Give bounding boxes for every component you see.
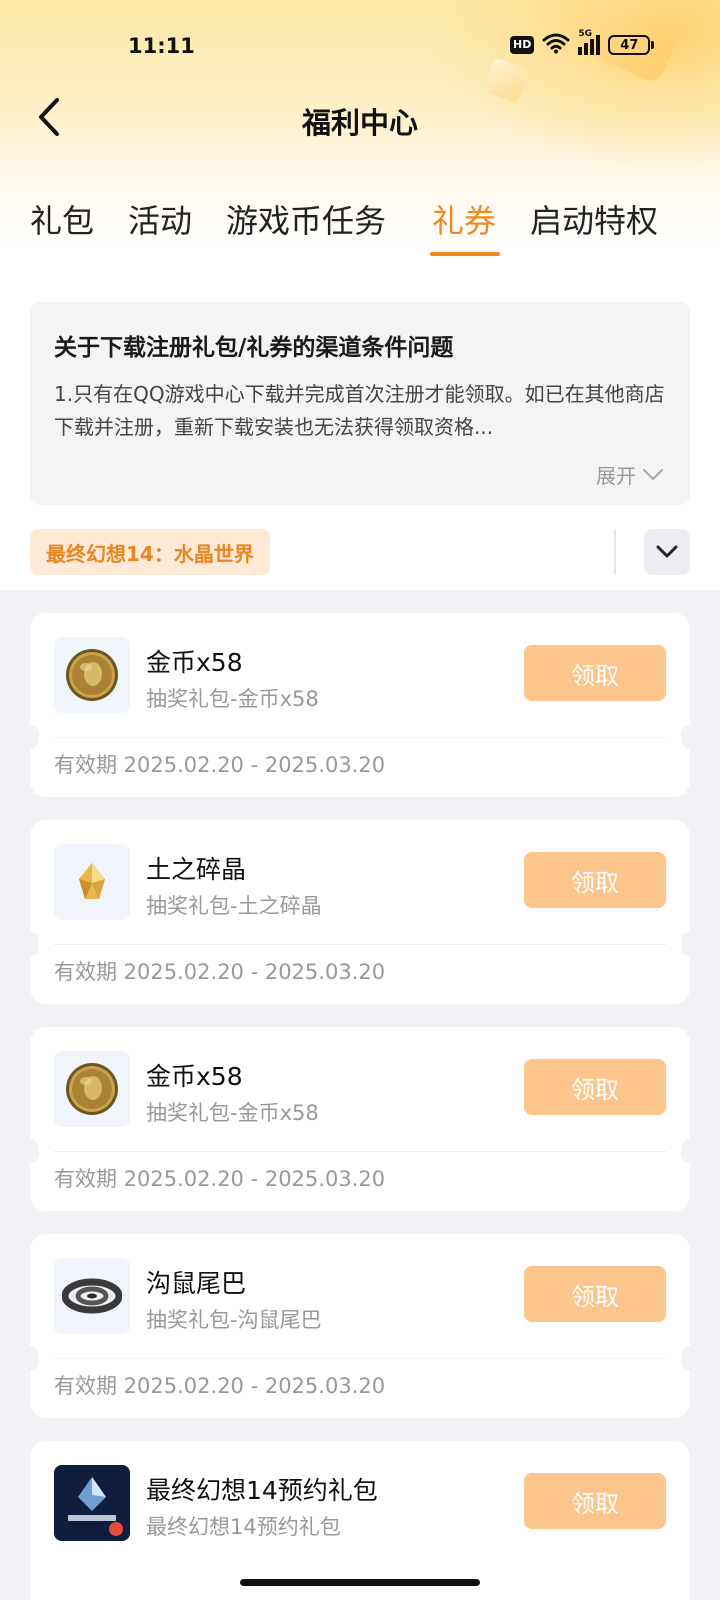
- claim-button[interactable]: 领取: [524, 1266, 666, 1322]
- gold-coin-icon: [54, 637, 130, 713]
- chevron-down-icon: [643, 468, 663, 480]
- wifi-icon: [542, 32, 570, 58]
- tab-coin-tasks[interactable]: 游戏币任务: [226, 196, 386, 260]
- divider: [54, 1151, 666, 1152]
- coupon-name: 最终幻想14预约礼包: [146, 1476, 378, 1505]
- battery-icon: 47: [608, 35, 655, 55]
- game-filter-tag[interactable]: 最终幻想14：水晶世界: [30, 529, 270, 575]
- coupon-card: 最终幻想14预约礼包 最终幻想14预约礼包 领取: [30, 1441, 690, 1600]
- notice-expand-button[interactable]: 展开: [596, 460, 664, 489]
- battery-level: 47: [608, 35, 651, 55]
- claim-button[interactable]: 领取: [524, 1473, 666, 1529]
- active-tab-indicator: [430, 252, 500, 256]
- coupon-name: 金币x58: [146, 648, 243, 677]
- coupon-desc: 抽奖礼包-沟鼠尾巴: [146, 1308, 322, 1332]
- chevron-down-icon: [656, 545, 678, 558]
- coupon-validity: 有效期 2025.02.20 - 2025.03.20: [54, 1167, 386, 1191]
- page-title: 福利中心: [301, 106, 418, 140]
- game-filter-row: 最终幻想14：水晶世界: [0, 525, 720, 585]
- tab-bar: 礼包 活动 游戏币任务 礼券 启动特权: [0, 196, 720, 266]
- coupon-validity: 有效期 2025.02.20 - 2025.03.20: [54, 753, 386, 777]
- coupon-card: 金币x58 抽奖礼包-金币x58 领取 有效期 2025.02.20 - 202…: [21, 1027, 699, 1211]
- divider: [54, 944, 666, 945]
- home-indicator[interactable]: [240, 1579, 480, 1586]
- status-bar: 11:11 HD 5G 47: [0, 0, 720, 92]
- coupon-desc: 抽奖礼包-土之碎晶: [146, 894, 322, 918]
- hd-icon: HD: [510, 36, 535, 54]
- coupon-name: 土之碎晶: [146, 855, 247, 884]
- header: 福利中心: [0, 88, 720, 148]
- tab-coupons[interactable]: 礼券: [432, 196, 496, 260]
- claim-button[interactable]: 领取: [524, 1059, 666, 1115]
- divider: [614, 529, 616, 575]
- status-time: 11:11: [128, 34, 195, 58]
- divider: [54, 1358, 666, 1359]
- notice-body: 1.只有在QQ游戏中心下载并完成首次注册才能领取。如已在其他商店下载并注册，重新…: [54, 382, 665, 439]
- coupon-validity: 有效期 2025.02.20 - 2025.03.20: [54, 1374, 386, 1398]
- coupon-card: 金币x58 抽奖礼包-金币x58 领取 有效期 2025.02.20 - 202…: [21, 613, 699, 797]
- divider: [54, 737, 666, 738]
- gold-coin-icon: [54, 1051, 130, 1127]
- notice-panel: 关于下载注册礼包/礼券的渠道条件问题 1.只有在QQ游戏中心下载并完成首次注册才…: [30, 302, 690, 505]
- coupon-desc: 抽奖礼包-金币x58: [146, 687, 319, 711]
- coupon-card: 土之碎晶 抽奖礼包-土之碎晶 领取 有效期 2025.02.20 - 2025.…: [21, 820, 699, 1004]
- game-dropdown-button[interactable]: [644, 529, 690, 575]
- claim-button[interactable]: 领取: [524, 645, 666, 701]
- rat-tail-icon: [54, 1258, 130, 1334]
- game-logo-icon: [54, 1465, 130, 1541]
- coupon-desc: 抽奖礼包-金币x58: [146, 1101, 319, 1125]
- claim-button[interactable]: 领取: [524, 852, 666, 908]
- coupon-name: 金币x58: [146, 1062, 243, 1091]
- signal-icon: 5G: [578, 29, 601, 55]
- coupon-desc: 最终幻想14预约礼包: [146, 1515, 341, 1539]
- network-type: 5G: [578, 29, 592, 39]
- status-icons: HD 5G 47: [510, 29, 655, 58]
- expand-label: 展开: [596, 464, 636, 488]
- notice-title: 关于下载注册礼包/礼券的渠道条件问题: [54, 335, 454, 361]
- coupon-validity: 有效期 2025.02.20 - 2025.03.20: [54, 960, 386, 984]
- tab-activity[interactable]: 活动: [128, 196, 192, 260]
- earth-shard-icon: [54, 844, 130, 920]
- coupon-name: 沟鼠尾巴: [146, 1269, 247, 1298]
- tab-gift[interactable]: 礼包: [30, 196, 94, 260]
- coupon-card: 沟鼠尾巴 抽奖礼包-沟鼠尾巴 领取 有效期 2025.02.20 - 2025.…: [21, 1234, 699, 1418]
- tab-launch-privilege[interactable]: 启动特权: [530, 196, 658, 260]
